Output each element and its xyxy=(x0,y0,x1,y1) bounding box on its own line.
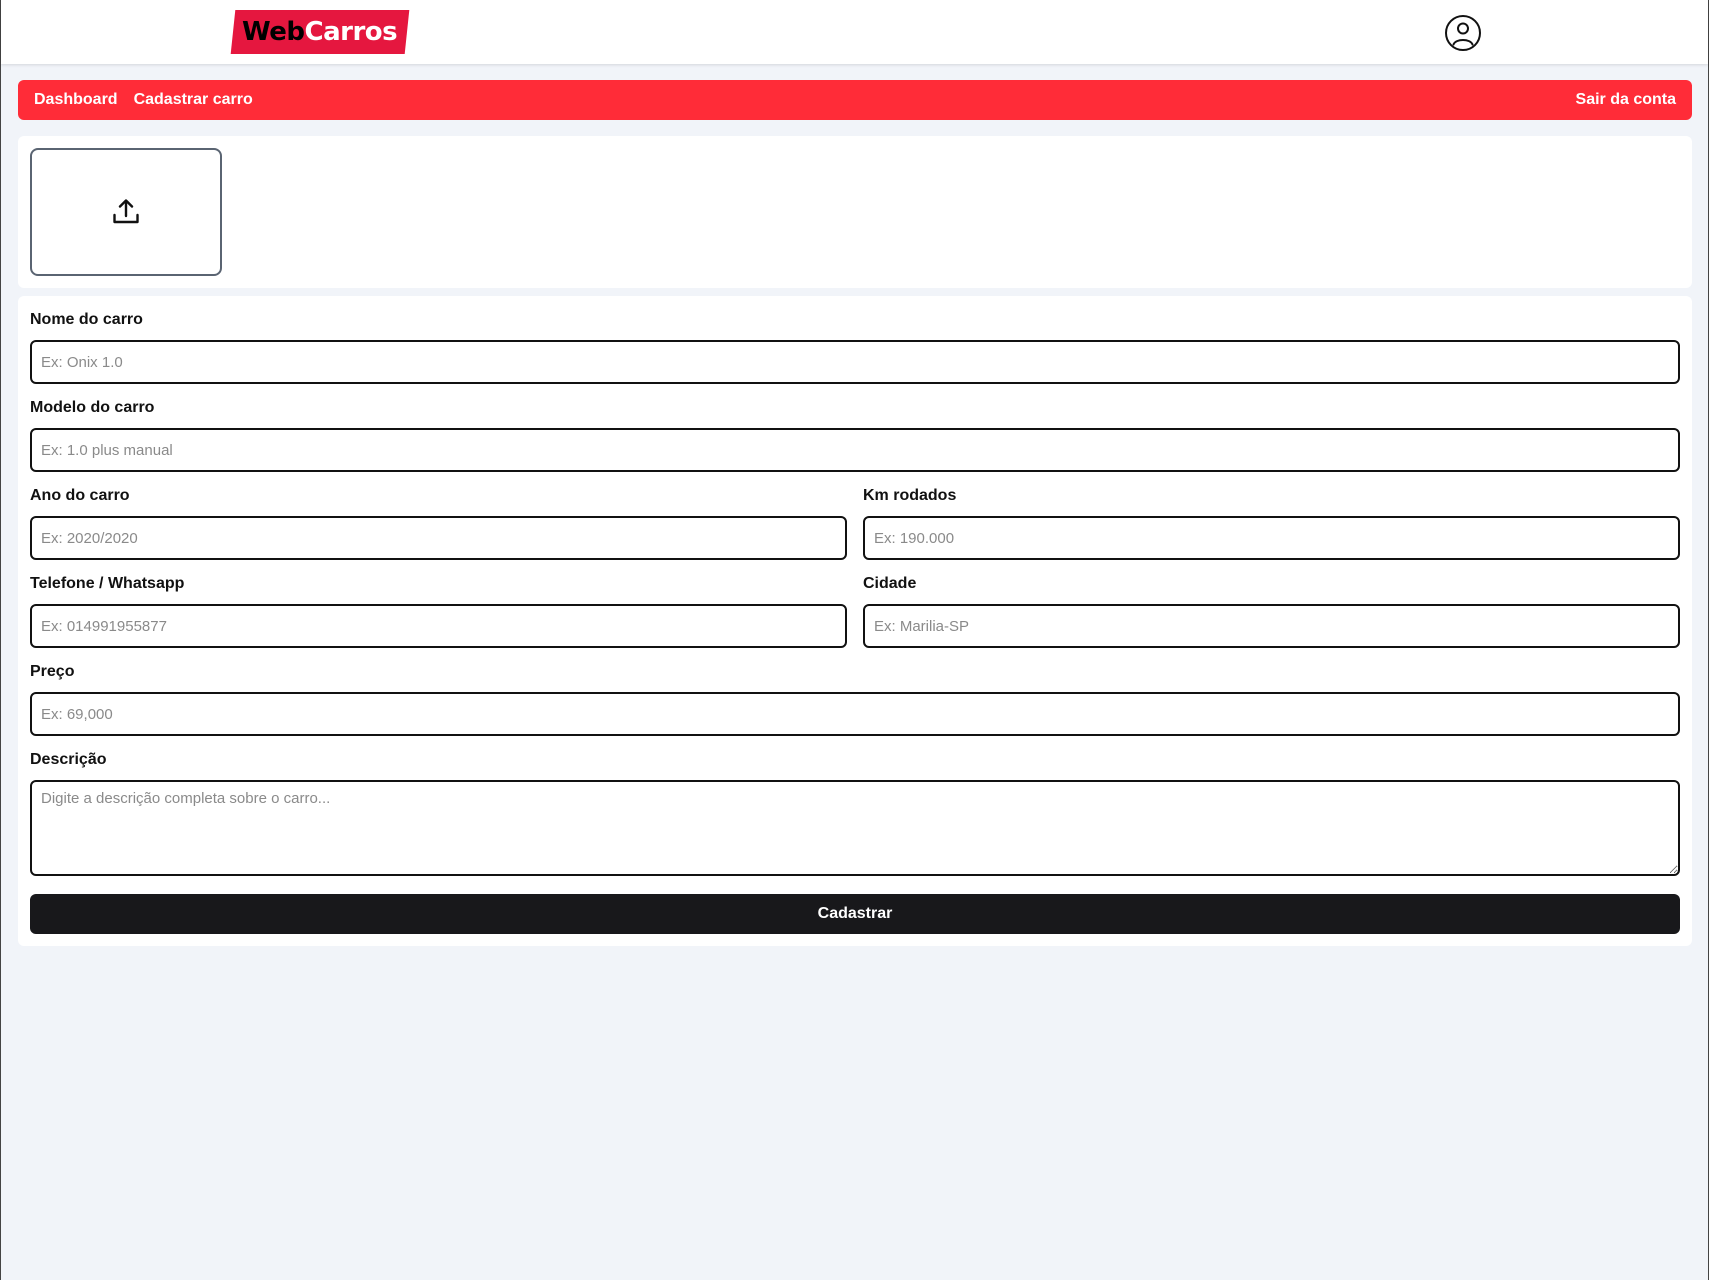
nav-register-car-link[interactable]: Cadastrar carro xyxy=(134,91,253,109)
user-circle-icon xyxy=(1445,15,1481,51)
description-textarea[interactable] xyxy=(30,780,1680,876)
dashboard-nav: Dashboard Cadastrar carro Sair da conta xyxy=(18,80,1692,120)
price-input[interactable] xyxy=(30,692,1680,736)
profile-button[interactable] xyxy=(1444,14,1482,52)
upload-icon xyxy=(113,199,139,224)
nav-logout-link[interactable]: Sair da conta xyxy=(1576,91,1676,109)
car-model-input[interactable] xyxy=(30,428,1680,472)
image-upload-section xyxy=(18,136,1692,288)
phone-input[interactable] xyxy=(30,604,847,648)
nav-dashboard-link[interactable]: Dashboard xyxy=(34,91,118,109)
description-label: Descrição xyxy=(30,751,107,768)
logo-text: WebCarros xyxy=(242,17,398,47)
top-header: WebCarros xyxy=(1,0,1708,64)
logo-text-carros: Carros xyxy=(304,17,398,47)
price-label: Preço xyxy=(30,663,75,680)
city-input[interactable] xyxy=(863,604,1680,648)
image-upload-button[interactable] xyxy=(30,148,222,276)
car-name-input[interactable] xyxy=(30,340,1680,384)
car-year-label: Ano do carro xyxy=(30,487,130,504)
car-register-form: Nome do carro Modelo do carro Ano do car… xyxy=(18,296,1692,946)
submit-button[interactable]: Cadastrar xyxy=(30,894,1680,934)
logo-text-web: Web xyxy=(242,17,305,47)
car-km-input[interactable] xyxy=(863,516,1680,560)
webcarros-logo[interactable]: WebCarros xyxy=(230,10,410,54)
car-km-label: Km rodados xyxy=(863,487,957,504)
phone-label: Telefone / Whatsapp xyxy=(30,575,185,592)
car-name-label: Nome do carro xyxy=(30,311,143,328)
car-year-input[interactable] xyxy=(30,516,847,560)
city-label: Cidade xyxy=(863,575,917,592)
car-model-label: Modelo do carro xyxy=(30,399,155,416)
